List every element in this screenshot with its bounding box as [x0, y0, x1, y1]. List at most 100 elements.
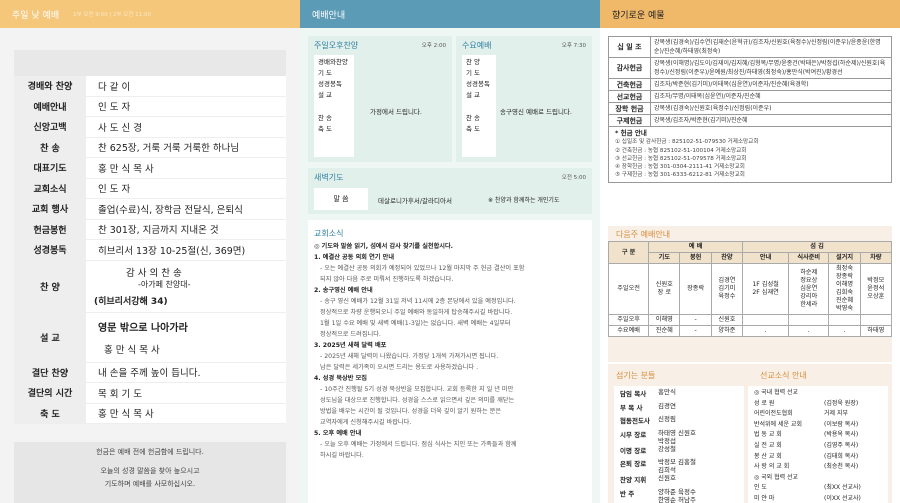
offering-type: 감사헌금: [609, 58, 651, 78]
news-line: 1. 예결산 공동 의회 연기 안내: [314, 254, 395, 261]
svc-row: 수요예배 진순혜 - 양하준... 하태영: [607, 325, 893, 337]
mission-row: 사 랑 의 교 회 (최승천 목사): [754, 462, 882, 473]
volunteer-row: 이명 장로 강성철: [620, 445, 738, 459]
volunteer-names: 홍만식: [658, 388, 676, 396]
volunteer-row: 시무 장로 하태영 신원호 박정섭: [620, 429, 738, 445]
svc-cell: .: [788, 325, 830, 337]
order-value: 다 같 이: [98, 81, 131, 93]
news-line: 3. 2025년 새해 달력 배포: [314, 342, 387, 349]
order-item: 경배와찬양: [318, 58, 348, 66]
order-row: 교회소식 인 도 자: [14, 178, 286, 199]
svc-cell: 신원호: [710, 314, 744, 326]
svc-cell: 이해영: [648, 314, 681, 326]
volunteer-list: 담임 목사 홍만식 부 목 사 김경연 협동전도사 신정림 시무 장로 하태영 신원호 박정섭…: [614, 386, 744, 503]
account-line: ① 십일조 및 감사헌금 : 825102-51-079530 거제소망교회: [615, 139, 759, 146]
svc-cell: 양하준: [710, 325, 744, 337]
order-value: 인 도 자: [98, 102, 131, 114]
mission-church: 어린이전도협회: [754, 410, 793, 418]
mission-church: 반석위에 세운 교회: [754, 420, 802, 428]
news-line: 정상적으로 드려집니다.: [320, 331, 381, 338]
offering-names: 김조자/무명/이태목(심윤연)/이준자/진순혜: [654, 93, 761, 100]
order-row: 축 도홍 만 식 목 사: [14, 403, 286, 424]
sermon-title: 영문 밖으로 나아가라: [98, 322, 188, 334]
offering-type: 구제헌금: [609, 115, 651, 126]
news-line: - 오는 예결산 공동 의회가 예정되어 있었으나 12월 마지막 주 헌금 결…: [320, 265, 525, 272]
order-row: 찬 송 찬 625장, 거룩 거룩 거룩한 하나님: [14, 137, 286, 158]
order-item: 성경봉독: [318, 80, 342, 88]
svc-cell: -: [679, 314, 712, 326]
order-item: 성경봉독: [466, 80, 490, 88]
praise-choir: -아가페 찬양대-: [138, 280, 191, 289]
mission-row: 실 전 교 회 (김영주 목사): [754, 441, 882, 452]
volunteer-role: 협동전도사: [620, 417, 650, 425]
svc-cell: .: [828, 325, 861, 337]
news-line: 되지 않아 다음 주로 미뤄서 진행하도록 하겠습니다.: [320, 276, 454, 283]
order-label: 찬 송: [14, 137, 86, 157]
footer-note-3: 기도하며 예배를 사모하십시오.: [104, 480, 196, 488]
order-label: 결단의 시간: [14, 383, 86, 403]
order-row: 결단의 시간 목 회 기 도: [14, 383, 286, 404]
svc-cell: [742, 314, 790, 326]
mission-row: 성 로 원 (김정욱 원장): [754, 399, 882, 410]
accounts-title: * 헌금 안내: [615, 129, 647, 137]
svc-row: 주일오후 이해영 - 신원호: [607, 314, 893, 326]
offering-names: 강복생/김조자/박준현(김기미)/진순혜: [654, 117, 748, 124]
dawn-scripture: 데살로니가후서/갈라디아서: [378, 197, 452, 205]
order-row: 교회 행사 졸업(수료)식, 장학금 전달식, 은퇴식: [14, 199, 286, 220]
footer-note-1: 헌금은 예배 전에 헌금함에 드립니다.: [96, 448, 204, 456]
volunteers-title: 섬기는 분들: [616, 371, 656, 380]
svc-head-worship: 예 배: [648, 241, 744, 253]
volunteer-role: 시무 장로: [620, 430, 647, 439]
account-line: ③ 선교헌금 : 농협 825102-51-079578 거제소망교회: [615, 155, 747, 162]
dawn-note: ※ 찬양과 함께하는 개인기도: [488, 197, 560, 204]
volunteer-role: 담임 목사: [620, 390, 647, 398]
order-value: 히브리서 13장 10-25절(신, 369면): [98, 245, 246, 257]
svc-row: 주일오전 신원호 장 로 장종락 김경연 김기미 육정수 1F 김성철 2F 심재연 하순…: [607, 263, 893, 315]
order-row: 대표기도 홍 만 식 목 사: [14, 158, 286, 179]
volunteer-row: 은퇴 장로 박정모 김홍철 김희석: [620, 458, 738, 474]
order-value: 인 도 자: [98, 184, 131, 196]
mission-country: 인 도: [754, 484, 767, 492]
order-label: 예배안내: [14, 96, 86, 116]
offerings-title-bar: 향기로운 예물: [600, 0, 900, 28]
mission-list: ◎ 국내 협력 선교 성 로 원 (김정욱 원장) 어린이전도협회 거제 지부 반석위에 …: [748, 386, 888, 503]
volunteer-role: 찬양 지휘: [620, 476, 647, 484]
next-week-table: 구 분예 배섬 김 기도 봉헌 찬양 안내 식사준비 설거지 차량 주일오전 신원호 장 로 장종락…: [607, 241, 893, 337]
svc-cell: .: [742, 325, 790, 337]
offering-type: 선교헌금: [609, 91, 651, 102]
order-row: 경배와 찬양 다 같 이: [14, 76, 286, 97]
service-title-bar: 예배안내: [300, 0, 600, 28]
svc-head-role: 찬양: [710, 252, 744, 264]
order-label: 경배와 찬양: [14, 76, 86, 96]
order-item: 찬 송: [466, 114, 481, 122]
svc-head-role: 봉헌: [679, 252, 712, 264]
volunteer-row: 협동전도사 신정림: [620, 415, 738, 429]
account-line: ② 건축헌금 : 농협 825102-51-100104 거제소망교회: [615, 147, 747, 154]
offering-row: 십 일 조 강복생(김경숙)/김수연(김재순(윤혁규)/김조자/신원호(육정수)/…: [609, 37, 891, 58]
news-line: 하시길 바랍니다.: [320, 452, 364, 459]
mission-row: 반석위에 세운 교회 (이보람 목사): [754, 420, 882, 431]
order-item: 축 도: [466, 125, 481, 133]
order-row: 결단 찬양 내 손을 주께 높이 듭니다.: [14, 362, 286, 383]
offering-names: 강복생(김경숙)/신원호(육정수)/신정림(이준우): [654, 105, 772, 112]
volunteer-names: 김경연: [658, 401, 676, 410]
order-value: 찬 301장, 지금까지 지내온 것: [98, 225, 219, 237]
afternoon-time: 오후 2:00: [421, 43, 446, 49]
svc-cell: [859, 314, 893, 326]
volunteer-role: 반 주: [620, 489, 635, 498]
svc-cell: -: [679, 325, 712, 337]
svc-cell: [788, 314, 830, 326]
news-line: 5. 오후 예배 안내: [314, 430, 362, 437]
order-value: 졸업(수료)식, 장학금 전달식, 은퇴식: [98, 204, 243, 216]
svc-cell: 김경연 김기미 육정수: [710, 263, 744, 315]
mission-church: 실 전 교 회: [754, 441, 782, 449]
svc-head-role: 식사준비: [788, 252, 830, 264]
news-line: 정상적으로 차량 운행되오니 주일 예배와 동일하게 탑승해주시길 바랍니다.: [320, 309, 513, 316]
afternoon-message: 가정에서 드립니다.: [370, 108, 422, 116]
news-line: - 오늘 오후 예배는 가정에서 드립니다. 점심 식사는 지인 또는 가족들과…: [320, 441, 517, 448]
order-footer: 헌금은 예배 전에 헌금함에 드립니다. 오늘의 성경 말씀을 찾아 높으시고 …: [14, 442, 286, 503]
sermon-preacher: 홍 만 식 목 사: [104, 344, 160, 356]
svc-row-name: 주일오전: [607, 263, 650, 315]
news-line: 교역자에게 신청해주시길 바랍니다.: [320, 419, 412, 426]
sermon-label: 설 교: [14, 312, 86, 362]
